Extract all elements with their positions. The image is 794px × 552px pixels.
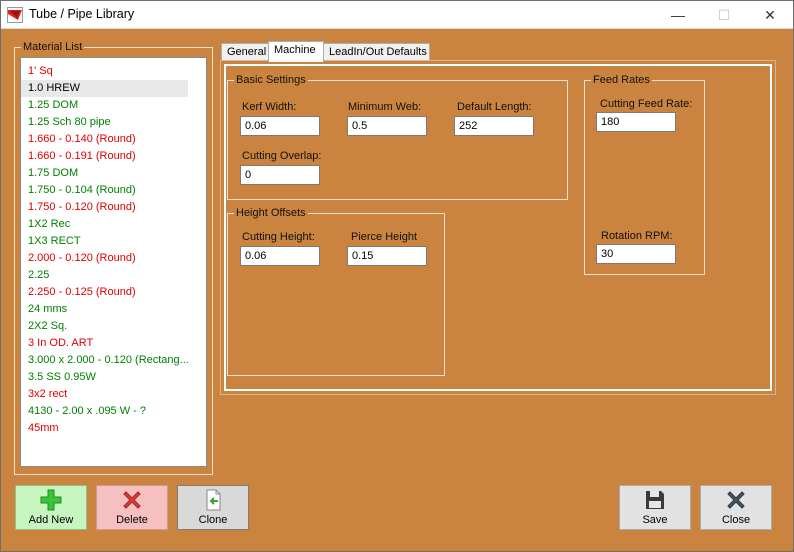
delete-x-icon <box>123 491 141 509</box>
material-list-item[interactable]: 1' Sq <box>21 63 188 80</box>
material-list-item[interactable]: 3.5 SS 0.95W <box>21 369 188 386</box>
close-x-icon <box>727 491 745 509</box>
window-title: Tube / Pipe Library <box>29 7 135 21</box>
tab-machine-label: Machine <box>274 44 316 56</box>
minimize-icon: — <box>671 7 685 23</box>
material-list-item[interactable]: 2.25 <box>21 267 188 284</box>
floppy-disk-icon <box>646 491 664 509</box>
pierce-height-label: Pierce Height <box>351 231 418 243</box>
rotation-rpm-label: Rotation RPM: <box>601 230 673 242</box>
material-list-item[interactable]: 1.750 - 0.120 (Round) <box>21 199 188 216</box>
material-listbox[interactable]: 1' Sq 1.0 HREW 1.25 DOM 1.25 Sch 80 pipe 1.6… <box>20 57 207 467</box>
save-label: Save <box>642 514 668 526</box>
material-list-item[interactable]: 3x2 rect <box>21 386 188 403</box>
tab-leadin-label: LeadIn/Out Defaults <box>329 46 427 58</box>
minimize-button[interactable]: — <box>655 1 701 29</box>
maximize-button[interactable]: ☐ <box>701 1 747 29</box>
close-label: Close <box>721 514 751 526</box>
save-button[interactable]: Save <box>619 485 691 530</box>
material-list-item[interactable]: 3 In OD. ART <box>21 335 188 352</box>
cutting-overlap-label: Cutting Overlap: <box>242 150 322 162</box>
material-list-item[interactable]: 1.660 - 0.140 (Round) <box>21 131 188 148</box>
basic-settings-legend: Basic Settings <box>234 73 308 87</box>
minimum-web-label: Minimum Web: <box>348 101 422 113</box>
rotation-rpm-input[interactable] <box>596 244 676 264</box>
material-list-item[interactable]: 4130 - 2.00 x .095 W - ? <box>21 403 188 420</box>
clone-button[interactable]: Clone <box>177 485 249 530</box>
material-list-item[interactable]: 1.25 Sch 80 pipe <box>21 114 188 131</box>
clone-label: Clone <box>198 514 228 526</box>
kerf-width-input[interactable] <box>240 116 320 136</box>
material-list-item[interactable]: 24 mms <box>21 301 188 318</box>
material-list-item[interactable]: 1.750 - 0.104 (Round) <box>21 182 188 199</box>
material-list-item[interactable]: 2X2 Sq. <box>21 318 188 335</box>
material-list-item[interactable]: 1.660 - 0.191 (Round) <box>21 148 188 165</box>
material-list-legend: Material List <box>21 40 85 54</box>
default-length-label: Default Length: <box>457 101 532 113</box>
default-length-input[interactable] <box>454 116 534 136</box>
cutting-height-input[interactable] <box>240 246 320 266</box>
kerf-width-label: Kerf Width: <box>242 101 297 113</box>
maximize-icon: ☐ <box>717 6 731 23</box>
add-new-button[interactable]: Add New <box>15 485 87 530</box>
material-list-item[interactable]: 2.250 - 0.125 (Round) <box>21 284 188 301</box>
material-list-item[interactable]: 1X3 RECT <box>21 233 188 250</box>
tab-machine[interactable]: Machine <box>268 41 324 62</box>
plus-icon <box>40 489 62 511</box>
minimum-web-input[interactable] <box>347 116 427 136</box>
close-icon: ✕ <box>764 6 776 23</box>
delete-label: Delete <box>116 514 148 526</box>
cutting-height-label: Cutting Height: <box>242 231 315 243</box>
close-button[interactable]: Close <box>700 485 772 530</box>
cutting-feed-rate-label: Cutting Feed Rate: <box>600 98 693 110</box>
app-logo-icon <box>7 7 23 23</box>
material-list-item[interactable]: 3.000 x 2.000 - 0.120 (Rectang... <box>21 352 188 369</box>
clone-document-icon <box>206 489 221 511</box>
material-list-item[interactable]: 45mm <box>21 420 188 437</box>
height-offsets-legend: Height Offsets <box>234 206 308 220</box>
material-list-item[interactable]: 1.25 DOM <box>21 97 188 114</box>
cutting-overlap-input[interactable] <box>240 165 320 185</box>
delete-button[interactable]: Delete <box>96 485 168 530</box>
feed-rates-legend: Feed Rates <box>591 73 652 87</box>
material-list-item[interactable]: 2.000 - 0.120 (Round) <box>21 250 188 267</box>
material-list-item[interactable]: 1X2 Rec <box>21 216 188 233</box>
tab-general-label: General <box>227 46 267 58</box>
cutting-feed-rate-input[interactable] <box>596 112 676 132</box>
tube-pipe-library-window: Tube / Pipe Library — ☐ ✕ Material List … <box>0 0 794 552</box>
title-bar: Tube / Pipe Library — ☐ ✕ <box>1 1 793 29</box>
tab-leadin-out-defaults[interactable]: LeadIn/Out Defaults <box>323 43 430 61</box>
add-new-label: Add New <box>28 514 74 526</box>
tab-general[interactable]: General <box>221 43 269 61</box>
close-window-button[interactable]: ✕ <box>747 1 793 29</box>
material-list-item[interactable]: 1.75 DOM <box>21 165 188 182</box>
pierce-height-input[interactable] <box>347 246 427 266</box>
material-list-item[interactable]: 1.0 HREW <box>21 80 188 97</box>
